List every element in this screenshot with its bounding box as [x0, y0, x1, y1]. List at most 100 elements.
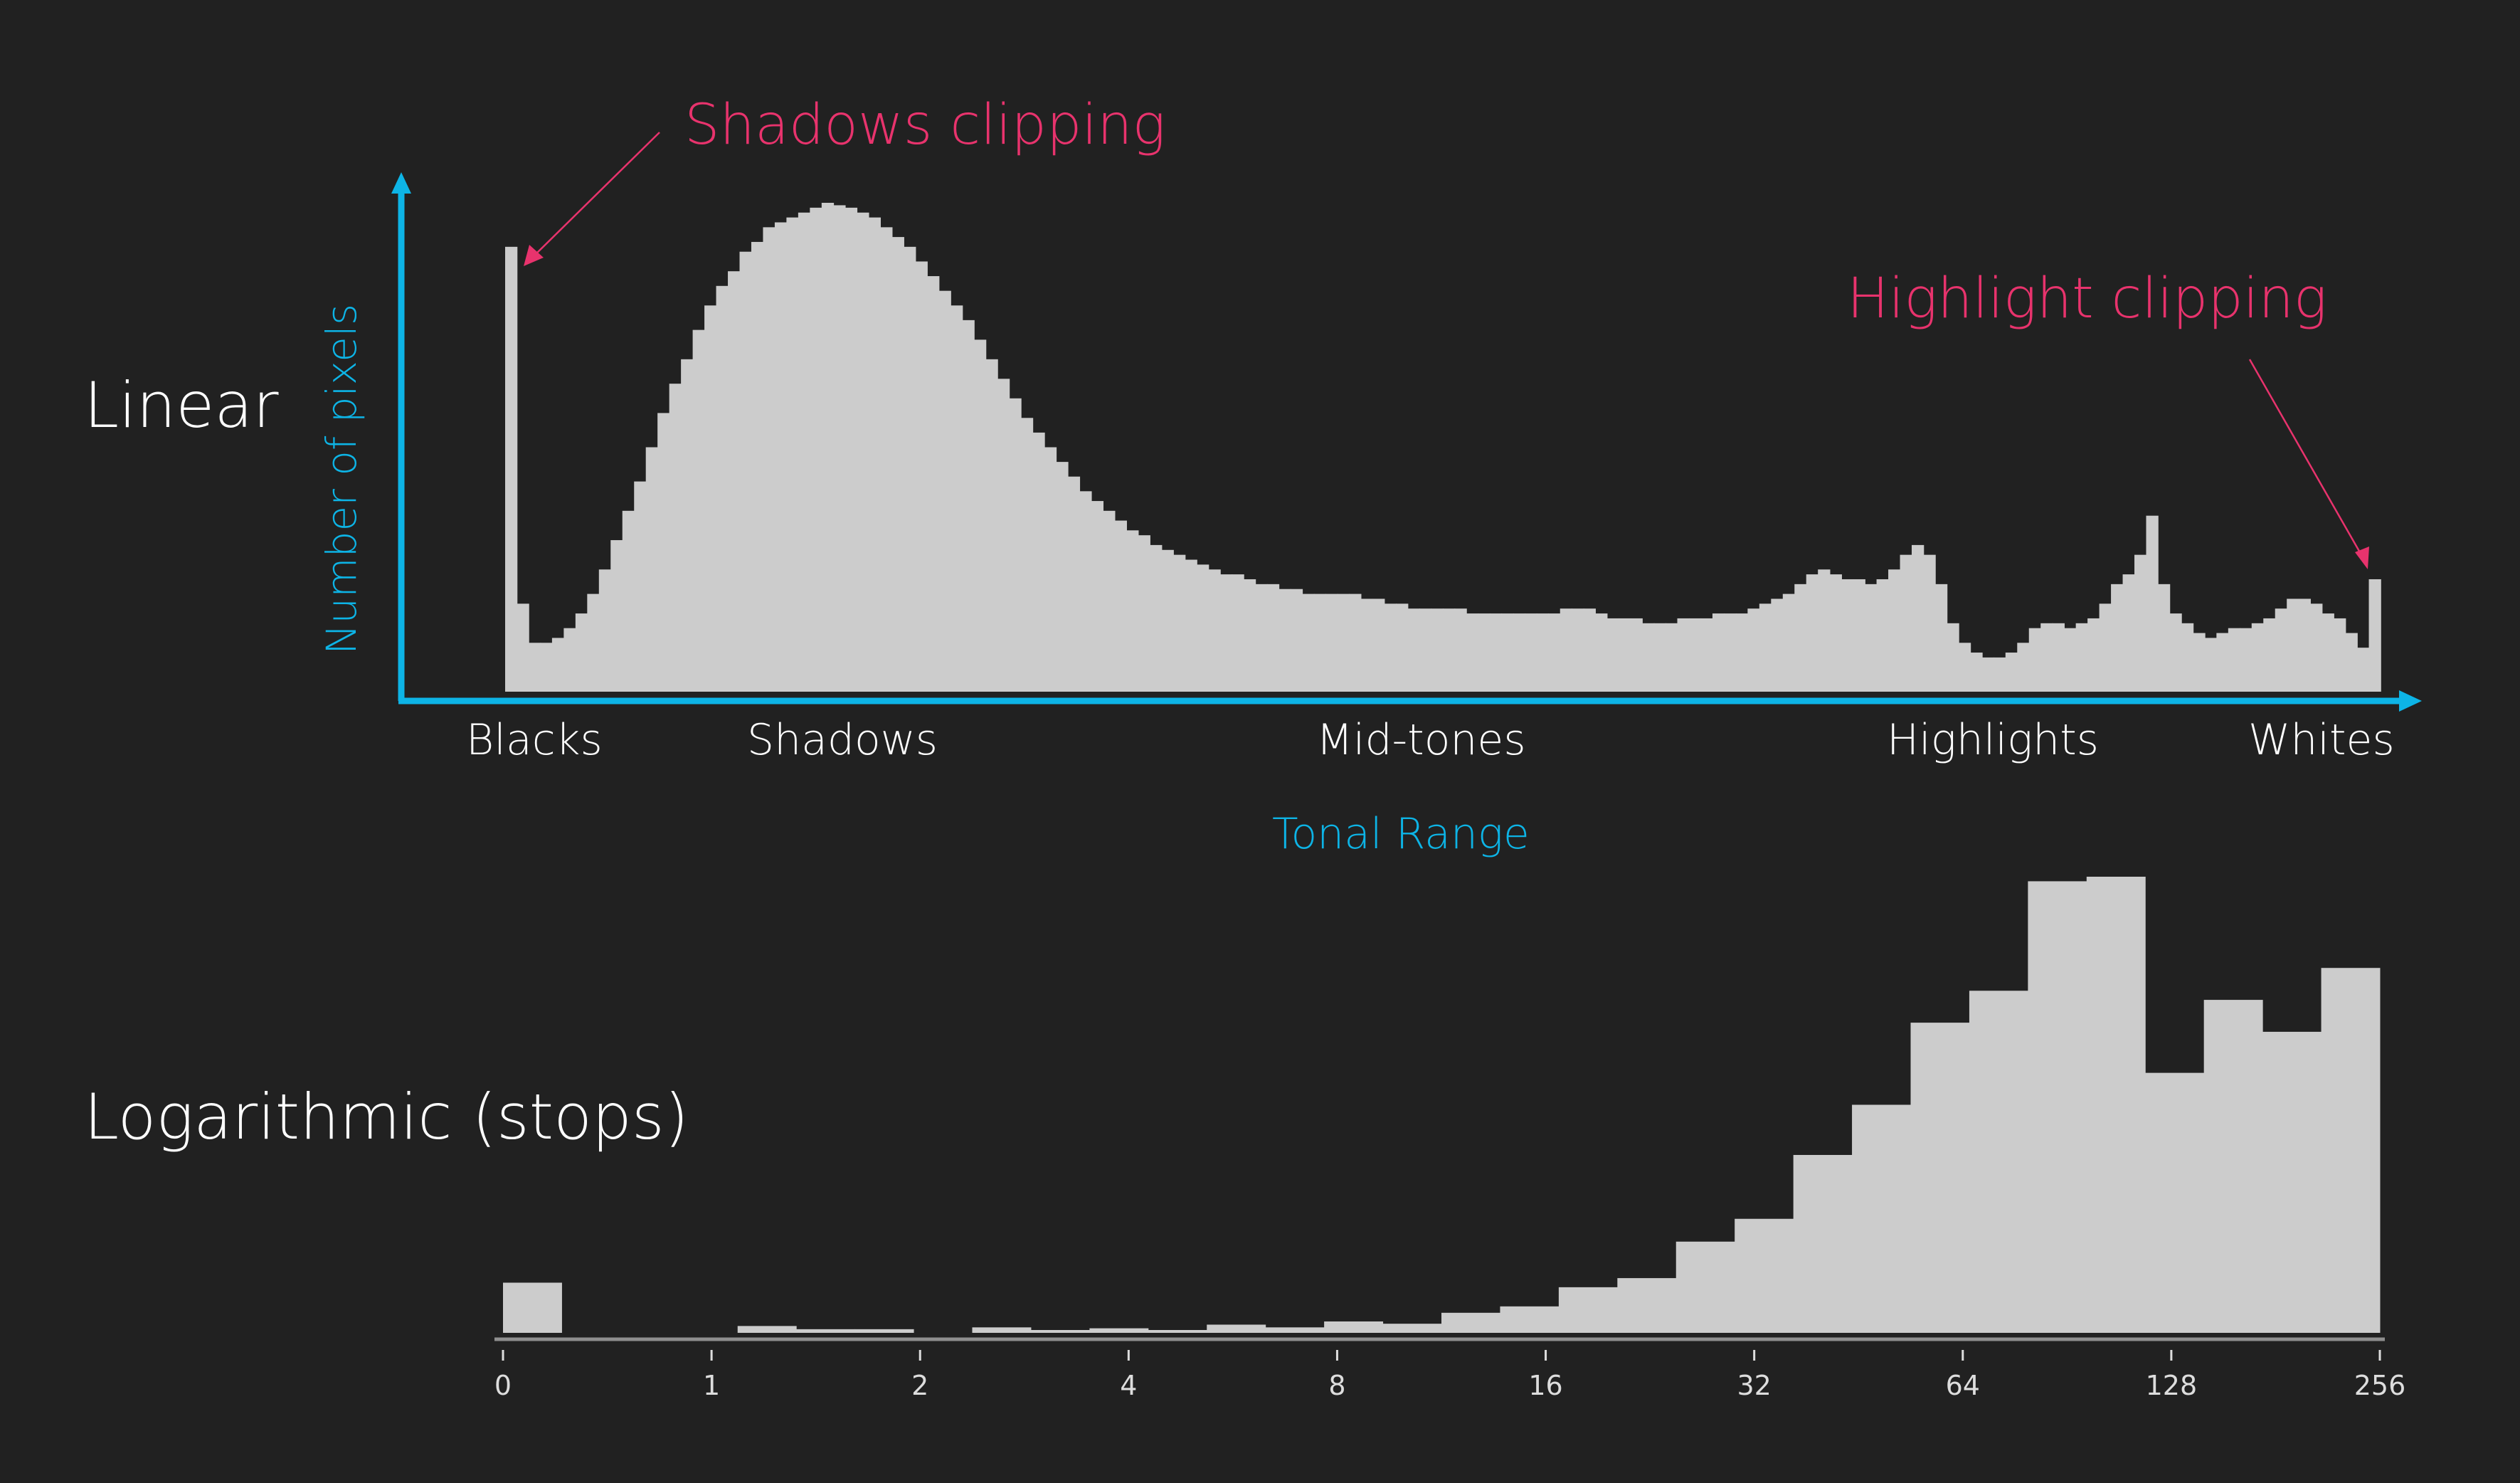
log-tick-label: 2 — [911, 1370, 928, 1401]
linear-bin — [1782, 593, 1796, 692]
linear-bin — [2181, 623, 2194, 692]
linear-bin — [1219, 574, 1233, 692]
log-bin — [2262, 1031, 2322, 1333]
shadows-clipping-arrowhead-icon — [524, 245, 544, 266]
linear-bin — [2122, 574, 2135, 692]
linear-bin — [857, 212, 869, 692]
log-tick-label: 128 — [2146, 1370, 2198, 1401]
linear-bin — [645, 447, 658, 692]
log-bin — [1852, 1104, 1911, 1333]
linear-bin — [1150, 544, 1163, 692]
linear-bin — [1642, 623, 1655, 692]
linear-bin — [1103, 510, 1116, 692]
log-x-ticks: 0 1 2 4 8 16 32 64 128 256 — [494, 1350, 2405, 1401]
linear-bin — [1478, 613, 1491, 692]
log-bin — [1793, 1155, 1853, 1333]
linear-bin — [1981, 657, 1995, 692]
linear-bin — [1525, 613, 1537, 692]
log-bin — [1617, 1278, 1677, 1333]
linear-bin — [997, 379, 1010, 692]
log-tick-label: 16 — [1528, 1370, 1562, 1401]
y-axis-arrow-icon — [391, 172, 411, 194]
log-bin — [2145, 1072, 2205, 1333]
linear-bin — [2075, 623, 2088, 692]
linear-bin — [2322, 613, 2334, 692]
linear-bin — [2040, 623, 2053, 692]
log-bin — [1910, 1023, 1970, 1333]
linear-bin — [587, 593, 600, 692]
linear-bin — [1829, 574, 1842, 692]
linear-bin — [1360, 598, 1373, 692]
linear-bin — [540, 643, 553, 692]
linear-bin — [1994, 657, 2006, 692]
linear-bin — [716, 285, 729, 692]
linear-bin — [1431, 608, 1444, 692]
x-axis-label: Tonal Range — [1272, 809, 1530, 859]
linear-bin — [938, 290, 951, 692]
linear-bin — [1794, 584, 1807, 692]
linear-bin — [985, 359, 998, 692]
linear-bin — [821, 203, 835, 692]
linear-bin — [1454, 608, 1467, 692]
linear-bin — [1372, 598, 1385, 692]
linear-bin — [1900, 554, 1912, 692]
linear-bin — [2251, 623, 2265, 692]
linear-bin — [774, 222, 788, 692]
linear-bin — [904, 246, 916, 692]
highlight-clipping-annotation: Highlight clipping — [1847, 267, 2327, 331]
highlight-clipping-arrowhead-icon — [2355, 547, 2369, 569]
linear-bin — [810, 207, 822, 692]
linear-bin — [1056, 462, 1069, 692]
linear-bin — [681, 359, 694, 692]
linear-bin — [1947, 623, 1959, 692]
linear-bin — [2204, 638, 2218, 692]
linear-bin — [1700, 618, 1713, 692]
linear-bin — [1735, 613, 1749, 692]
linear-bin — [962, 320, 975, 692]
linear-bin — [1853, 579, 1865, 692]
linear-bin — [763, 227, 775, 692]
linear-bin — [1666, 623, 1678, 692]
linear-bin — [1677, 618, 1690, 692]
linear-bin — [610, 540, 623, 692]
shadows-clipping-annotation: Shadows clipping — [684, 93, 1165, 157]
linear-bin — [704, 305, 717, 692]
linear-bin — [551, 638, 565, 692]
linear-bin — [598, 569, 612, 692]
linear-bin — [563, 628, 576, 692]
linear-bin — [517, 603, 529, 692]
linear-bin — [1513, 613, 1526, 692]
zone-label-highlights: Highlights — [1887, 715, 2099, 765]
linear-bin — [1266, 584, 1280, 692]
log-bin — [972, 1327, 1032, 1333]
linear-bin — [634, 481, 647, 692]
y-axis-label: Number of pixels — [317, 304, 366, 655]
linear-bin — [1020, 418, 1034, 692]
linear-bin — [1653, 623, 1666, 692]
linear-bin — [1044, 447, 1057, 692]
linear-bin — [2275, 608, 2288, 692]
zone-label-shadows: Shadows — [747, 715, 938, 765]
log-bin — [1969, 991, 2028, 1333]
linear-bin — [2345, 633, 2358, 692]
log-bin — [737, 1326, 797, 1333]
linear-bin — [1724, 613, 1737, 692]
log-tick-label: 64 — [1946, 1370, 1980, 1401]
linear-bin — [1923, 554, 1936, 692]
zone-label-blacks: Blacks — [466, 715, 603, 765]
linear-bin — [927, 276, 940, 692]
linear-bin — [2052, 623, 2065, 692]
linear-bin — [2028, 628, 2042, 692]
linear-bin — [1501, 613, 1514, 692]
log-bin — [1558, 1287, 1618, 1333]
log-bin — [1324, 1321, 1384, 1333]
linear-bin — [1185, 559, 1197, 692]
linear-bin — [2368, 579, 2381, 692]
log-bin — [1265, 1327, 1325, 1333]
linear-bin — [2064, 628, 2077, 692]
log-bin — [1089, 1328, 1149, 1333]
linear-bin — [880, 227, 893, 692]
linear-bin — [1466, 613, 1479, 692]
linear-bin — [2005, 653, 2018, 692]
linear-bin — [1079, 491, 1092, 692]
